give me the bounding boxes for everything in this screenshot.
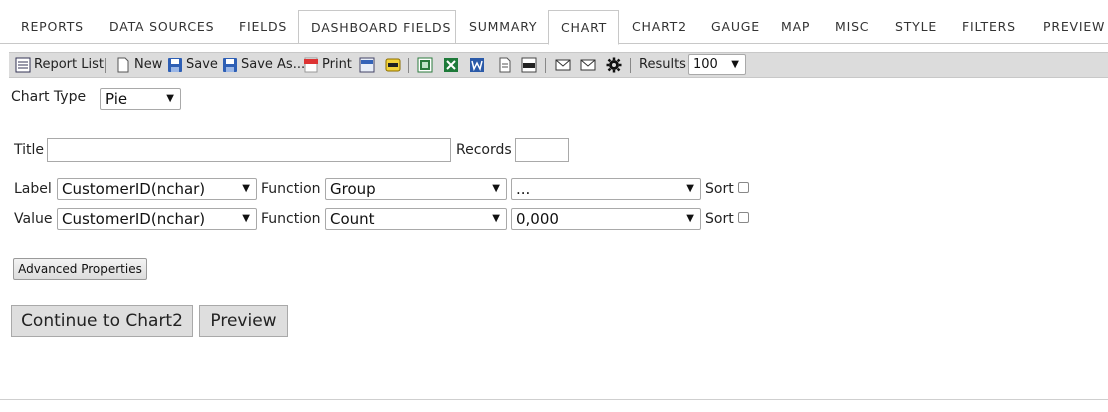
value-sort-checkbox[interactable] [738,212,749,223]
tab-style[interactable]: STYLE [889,10,943,44]
chevron-down-icon: ▼ [166,93,174,104]
preview-button[interactable]: Preview [199,305,288,337]
html-export-icon[interactable] [359,57,375,73]
toolbar: Report List New Save Save As... Print Re… [9,52,1108,78]
save-as-disk-icon [223,58,237,72]
new-document-icon [117,57,129,73]
report-list-icon [15,57,31,73]
save-disk-icon [168,58,182,72]
tab-fields[interactable]: FIELDS [233,10,293,44]
label-function-select[interactable]: Group ▼ [325,178,507,200]
chart-type-label: Chart Type [11,89,87,105]
continue-to-chart2-button[interactable]: Continue to Chart2 [11,305,193,337]
tab-data-sources[interactable]: DATA SOURCES [103,10,220,44]
records-label: Records [456,142,512,158]
excel-icon[interactable] [443,57,459,73]
label-format-value: ... [516,180,531,198]
word-icon[interactable] [469,57,485,73]
value-function-value: Count [330,210,375,228]
chart-type-select[interactable]: Pie ▼ [100,88,181,110]
advanced-properties-button[interactable]: Advanced Properties [13,258,147,280]
chevron-down-icon: ▼ [492,213,500,224]
value-function-select[interactable]: Count ▼ [325,208,507,230]
results-label: Results [639,57,686,72]
label-format-select[interactable]: ... ▼ [511,178,701,200]
value-sort-label: Sort [705,211,734,227]
save-as-label: Save As... [241,57,306,72]
tab-reports[interactable]: REPORTS [15,10,90,44]
sql-icon[interactable] [385,57,401,73]
tab-map[interactable]: MAP [775,10,816,44]
tab-bar: REPORTS DATA SOURCES FIELDS DASHBOARD FI… [0,0,1108,45]
chevron-down-icon: ▼ [686,213,694,224]
new-label: New [134,57,163,72]
title-label: Title [14,142,45,158]
label-row-label: Label [14,181,52,197]
results-select[interactable]: 100 ▼ [688,54,746,75]
chevron-down-icon: ▼ [242,183,250,194]
toolbar-separator [105,58,106,73]
toolbar-separator [408,58,409,73]
text-document-icon[interactable] [497,57,513,73]
gear-icon[interactable] [606,57,622,73]
toolbar-separator [545,58,546,73]
chart-type-value: Pie [105,90,128,108]
report-list-label: Report List [34,57,104,72]
chevron-down-icon: ▼ [242,213,250,224]
tab-chart2[interactable]: CHART2 [626,10,693,44]
value-field-value: CustomerID(nchar) [62,210,206,228]
print-label: Print [322,57,352,72]
tab-gauge[interactable]: GAUGE [705,10,766,44]
results-value: 100 [693,57,718,72]
value-field-select[interactable]: CustomerID(nchar) ▼ [57,208,257,230]
excel-data-icon[interactable] [417,57,433,73]
tab-summary[interactable]: SUMMARY [463,10,543,44]
tab-dashboard-fields[interactable]: DASHBOARD FIELDS [298,10,456,44]
label-field-value: CustomerID(nchar) [62,180,206,198]
label-sort-checkbox[interactable] [738,182,749,193]
label-function-value: Group [330,180,376,198]
title-input[interactable] [47,138,451,162]
label-function-label: Function [261,181,321,197]
toolbar-separator [630,58,631,73]
bottom-divider [0,399,1108,400]
value-format-value: 0,000 [516,210,559,228]
tab-filters[interactable]: FILTERS [956,10,1022,44]
chevron-down-icon: ▼ [492,183,500,194]
email-schedule-icon[interactable] [580,57,596,73]
label-field-select[interactable]: CustomerID(nchar) ▼ [57,178,257,200]
tab-misc[interactable]: MISC [829,10,875,44]
pdf-icon [304,57,318,73]
rtf-icon[interactable] [521,57,537,73]
email-icon[interactable] [555,57,571,73]
chevron-down-icon: ▼ [686,183,694,194]
records-input[interactable] [515,138,569,162]
label-sort-label: Sort [705,181,734,197]
value-format-select[interactable]: 0,000 ▼ [511,208,701,230]
save-label: Save [186,57,218,72]
value-row-label: Value [14,211,53,227]
chevron-down-icon: ▼ [731,59,739,70]
value-function-label: Function [261,211,321,227]
tab-preview[interactable]: PREVIEW [1037,10,1108,44]
tab-chart[interactable]: CHART [548,10,619,45]
